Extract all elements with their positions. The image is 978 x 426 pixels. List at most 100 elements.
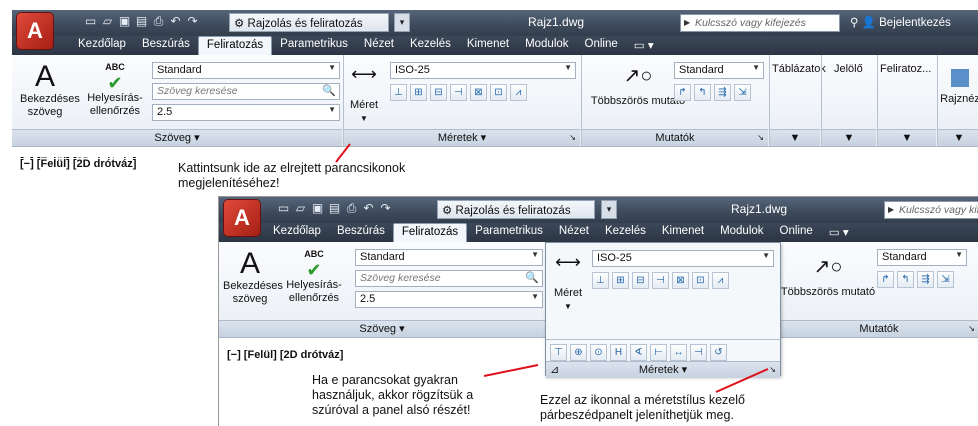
- redo-icon[interactable]: ↷: [186, 15, 199, 28]
- baseline-dim-icon[interactable]: ⊟: [430, 84, 447, 101]
- tab-extra[interactable]: ▭ ▾: [626, 36, 662, 55]
- spell-check-button[interactable]: ABC ✔ Helyesírás- ellenőrzés: [84, 61, 146, 118]
- application-menu-button[interactable]: A: [17, 13, 53, 49]
- dialog-launcher-icon[interactable]: ↘: [769, 362, 776, 378]
- markup-panel-expand[interactable]: ▼: [822, 129, 876, 146]
- dialog-launcher-icon[interactable]: ↘: [968, 321, 975, 337]
- undo-icon[interactable]: ↶: [362, 202, 375, 215]
- adjust-space-icon[interactable]: ⊠: [470, 84, 487, 101]
- dimension-style-select[interactable]: ISO-25 ▼: [390, 62, 576, 79]
- text-height-select[interactable]: 2.5 ▼: [152, 104, 340, 121]
- save-icon[interactable]: ▣: [118, 15, 131, 28]
- tab-feliratozas[interactable]: Feliratozás: [392, 223, 468, 242]
- jog-dim-icon[interactable]: ⊡: [490, 84, 507, 101]
- viewport-label-top[interactable]: [−] [Felül] [2D drótváz]: [20, 158, 136, 170]
- add-leader-icon[interactable]: ↱: [877, 271, 894, 288]
- dim-text-center-icon[interactable]: ↔: [670, 344, 687, 361]
- tab-kezeles[interactable]: Kezelés: [597, 223, 654, 242]
- leader-panel-title[interactable]: Mutatók ↘: [582, 129, 768, 146]
- annotation-scaling-panel[interactable]: Feliratoz...: [880, 63, 931, 75]
- dim-angle-icon[interactable]: ∢: [630, 344, 647, 361]
- workspace-dropdown-icon[interactable]: ▾: [394, 13, 410, 32]
- annotation-scaling-expand[interactable]: ▼: [878, 129, 936, 146]
- workspace-switch[interactable]: ⚙ Rajzolás és feliratozás: [229, 13, 389, 32]
- tables-panel[interactable]: Táblázatok: [772, 63, 826, 75]
- tab-kezdolap[interactable]: Kezdőlap: [70, 36, 134, 55]
- quick-dim-icon[interactable]: ⊞: [612, 272, 629, 289]
- print-icon[interactable]: ⎙: [345, 202, 358, 215]
- tab-nezet[interactable]: Nézet: [356, 36, 402, 55]
- text-style-select[interactable]: Standard ▼: [152, 62, 340, 79]
- oblique-icon[interactable]: ⩘: [510, 84, 527, 101]
- login-button[interactable]: ⚲ 👤 Bejelentkezés: [850, 15, 951, 29]
- leader-style-select[interactable]: Standard ▼: [674, 62, 764, 79]
- remove-leader-icon[interactable]: ↰: [694, 84, 711, 101]
- open-icon[interactable]: ▱: [101, 15, 114, 28]
- text-panel-title[interactable]: Szöveg ▾: [219, 320, 545, 337]
- tab-parametrikus[interactable]: Parametrikus: [272, 36, 356, 55]
- find-text-input[interactable]: Szöveg keresése 🔍: [152, 83, 340, 100]
- save-as-icon[interactable]: ▤: [328, 202, 341, 215]
- dimension-panel-title[interactable]: Méretek ▾ ↘: [344, 129, 580, 146]
- dialog-launcher-icon[interactable]: ↘: [757, 130, 764, 146]
- center-mark-icon[interactable]: ⊙: [590, 344, 607, 361]
- tables-panel-expand[interactable]: ▼: [770, 129, 820, 146]
- new-icon[interactable]: ▭: [277, 202, 290, 215]
- jog-dim-icon[interactable]: ⊡: [692, 272, 709, 289]
- quick-dim-icon[interactable]: ⊞: [410, 84, 427, 101]
- update-dim-icon[interactable]: ↺: [710, 344, 727, 361]
- collect-leader-icon[interactable]: ⇲: [734, 84, 751, 101]
- tab-kimenet[interactable]: Kimenet: [459, 36, 517, 55]
- tab-parametrikus[interactable]: Parametrikus: [467, 223, 551, 242]
- search-input[interactable]: Kulcsszó vagy kifejezés: [680, 14, 840, 32]
- tab-feliratozas[interactable]: Feliratozás: [197, 36, 273, 55]
- layout-panel-expand[interactable]: ▼: [938, 129, 978, 146]
- spell-check-button[interactable]: ABC ✔ Helyesírás- ellenőrzés: [283, 248, 345, 305]
- align-leader-icon[interactable]: ⇶: [714, 84, 731, 101]
- adjust-space-icon[interactable]: ⊠: [672, 272, 689, 289]
- tolerance-icon[interactable]: ⊤: [550, 344, 567, 361]
- dialog-launcher-icon[interactable]: ↘: [569, 130, 576, 146]
- print-icon[interactable]: ⎙: [152, 15, 165, 28]
- undo-icon[interactable]: ↶: [169, 15, 182, 28]
- dimension-button[interactable]: ⟷ Méret ▼: [346, 61, 382, 125]
- workspace-switch[interactable]: ⚙ Rajzolás és feliratozás: [437, 200, 595, 219]
- tab-modulok[interactable]: Modulok: [712, 223, 771, 242]
- tab-online[interactable]: Online: [577, 36, 626, 55]
- redo-icon[interactable]: ↷: [379, 202, 392, 215]
- tab-kezeles[interactable]: Kezelés: [402, 36, 459, 55]
- workspace-dropdown-icon[interactable]: ▾: [601, 200, 617, 219]
- tab-extra[interactable]: ▭ ▾: [821, 223, 857, 242]
- save-as-icon[interactable]: ▤: [135, 15, 148, 28]
- dimension-button[interactable]: ⟷ Méret ▼: [550, 249, 586, 313]
- dim-text-edit-icon[interactable]: H: [610, 344, 627, 361]
- baseline-dim-icon[interactable]: ⊟: [632, 272, 649, 289]
- multiline-text-button[interactable]: A Bekezdéses szöveg: [223, 248, 283, 306]
- text-panel-title[interactable]: Szöveg ▾: [12, 129, 342, 146]
- continue-dim-icon[interactable]: ⊥: [592, 272, 609, 289]
- tab-modulok[interactable]: Modulok: [517, 36, 576, 55]
- dim-text-right-icon[interactable]: ⊣: [690, 344, 707, 361]
- pin-icon[interactable]: ⊿: [550, 362, 559, 378]
- viewport-label[interactable]: [−] [Felül] [2D drótváz]: [227, 349, 343, 361]
- leader-style-select[interactable]: Standard ▼: [877, 249, 967, 266]
- search-input[interactable]: Kulcsszó vagy kifeje: [884, 201, 978, 219]
- add-leader-icon[interactable]: ↱: [674, 84, 691, 101]
- application-menu-button[interactable]: A: [224, 200, 260, 236]
- break-dim-icon[interactable]: ⊣: [652, 272, 669, 289]
- save-icon[interactable]: ▣: [311, 202, 324, 215]
- tab-kezdolap[interactable]: Kezdőlap: [265, 223, 329, 242]
- leader-panel-title[interactable]: Mutatók ↘: [779, 320, 978, 337]
- break-dim-icon[interactable]: ⊣: [450, 84, 467, 101]
- find-text-input[interactable]: Szöveg keresése 🔍: [355, 270, 543, 287]
- text-height-select[interactable]: 2.5 ▼: [355, 291, 543, 308]
- align-leader-icon[interactable]: ⇶: [917, 271, 934, 288]
- tab-online[interactable]: Online: [772, 223, 821, 242]
- remove-leader-icon[interactable]: ↰: [897, 271, 914, 288]
- tab-nezet[interactable]: Nézet: [551, 223, 597, 242]
- dimension-panel-title[interactable]: ⊿ Méretek ▾ ↘: [546, 361, 780, 378]
- markup-panel[interactable]: Jelölő: [834, 63, 863, 75]
- oblique-icon[interactable]: ⩘: [712, 272, 729, 289]
- tab-beszuras[interactable]: Beszúrás: [329, 223, 393, 242]
- new-icon[interactable]: ▭: [84, 15, 97, 28]
